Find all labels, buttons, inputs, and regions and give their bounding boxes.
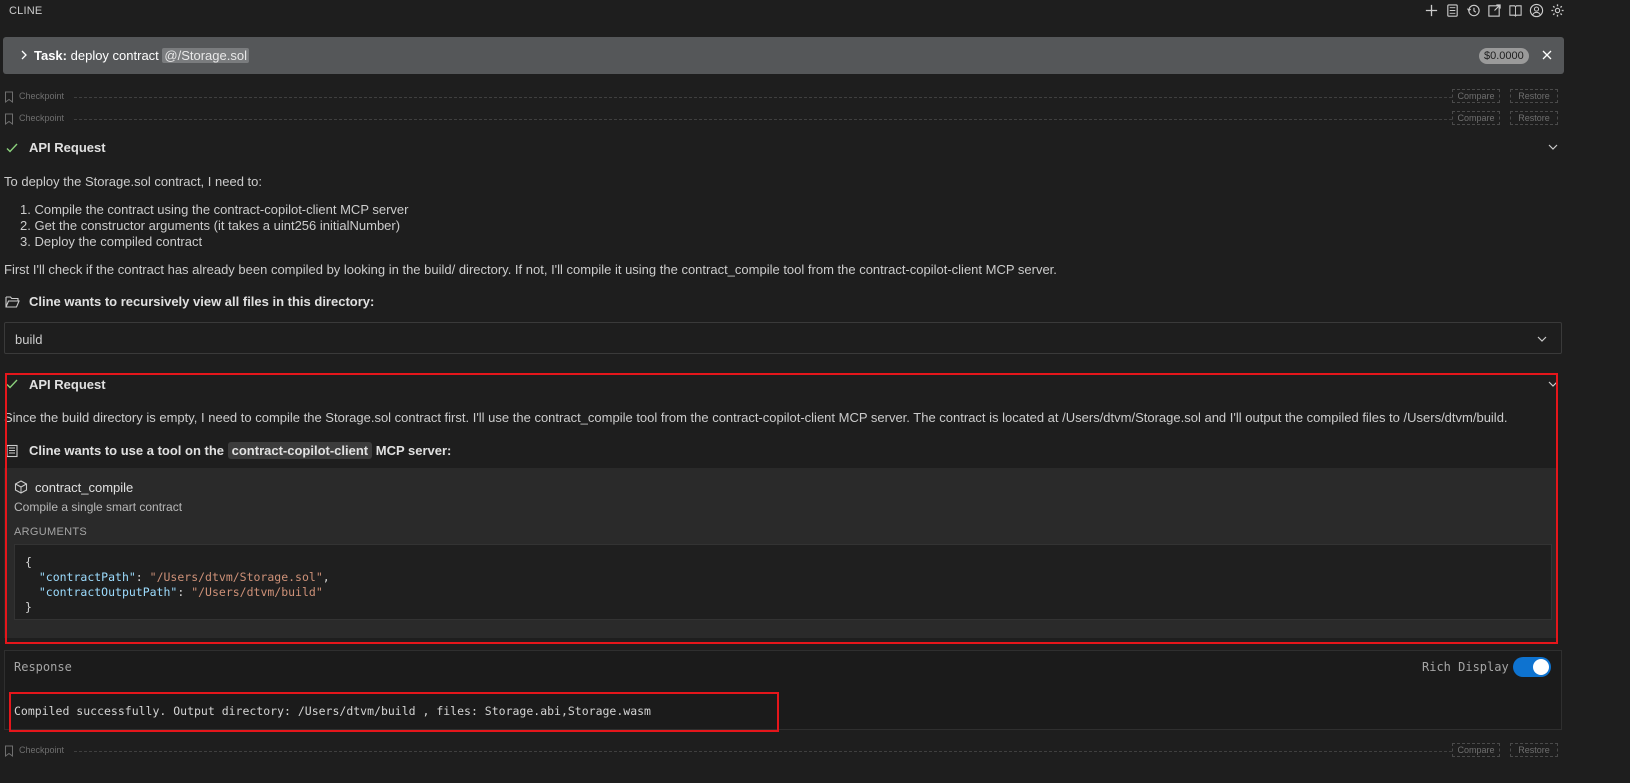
chevron-down-icon[interactable] — [1535, 332, 1549, 346]
chevron-down-icon[interactable] — [1546, 140, 1560, 154]
bookmark-icon — [4, 113, 14, 125]
task-label: Task: — [34, 48, 67, 63]
checkpoint-divider — [74, 97, 1452, 98]
bookmark-icon — [4, 91, 14, 103]
compare-button[interactable]: Compare — [1452, 89, 1500, 103]
list-item: 1. Compile the contract using the contra… — [20, 202, 409, 217]
task-description: deploy contract — [70, 48, 163, 63]
restore-button[interactable]: Restore — [1510, 111, 1558, 125]
plus-icon[interactable] — [1423, 2, 1440, 19]
checkpoint-divider — [74, 751, 1452, 752]
list-item: 2. Get the constructor arguments (it tak… — [20, 218, 401, 233]
toggle-knob — [1533, 659, 1549, 675]
message-intro: To deploy the Storage.sol contract, I ne… — [4, 174, 262, 189]
checkpoint-divider — [74, 119, 1452, 120]
gear-icon[interactable] — [1549, 2, 1566, 19]
history-icon[interactable] — [1465, 2, 1482, 19]
restore-button[interactable]: Restore — [1510, 743, 1558, 757]
bookmark-icon — [4, 745, 14, 757]
rich-display-label: Rich Display — [1422, 660, 1509, 674]
mcp-server-icon[interactable] — [1444, 2, 1461, 19]
api-request-title: API Request — [29, 140, 106, 155]
cline-panel: CLINE Task: deploy contract @/Storage.so… — [0, 0, 1568, 757]
compare-button[interactable]: Compare — [1452, 111, 1500, 125]
check-icon — [5, 141, 19, 155]
folder-open-icon — [5, 295, 20, 309]
response-label: Response — [14, 660, 72, 674]
book-icon[interactable] — [1507, 2, 1524, 19]
account-icon[interactable] — [1528, 2, 1545, 19]
cost-badge: $0.0000 — [1479, 48, 1529, 64]
checkpoint-row: Checkpoint Compare Restore — [4, 89, 1564, 103]
task-text: Task: deploy contract @/Storage.sol — [34, 48, 249, 63]
rich-display-toggle[interactable] — [1513, 657, 1551, 677]
highlight-box — [9, 692, 779, 732]
toolbar-icons — [1423, 2, 1566, 19]
checkpoint-row: Checkpoint Compare Restore — [4, 743, 1564, 757]
message-followup: First I'll check if the contract has alr… — [4, 262, 1057, 277]
compare-button[interactable]: Compare — [1452, 743, 1500, 757]
view-files-title: Cline wants to recursively view all file… — [29, 294, 375, 309]
restore-button[interactable]: Restore — [1510, 89, 1558, 103]
checkpoint-row: Checkpoint Compare Restore — [4, 111, 1564, 125]
directory-name: build — [15, 332, 43, 347]
chevron-right-icon[interactable] — [17, 48, 31, 62]
list-item: 3. Deploy the compiled contract — [20, 234, 203, 249]
file-mention[interactable]: @/Storage.sol — [162, 48, 249, 63]
top-bar: CLINE — [0, 0, 1568, 24]
close-icon[interactable] — [1539, 47, 1555, 63]
checkpoint-label: Checkpoint — [19, 745, 65, 755]
app-title: CLINE — [9, 5, 43, 17]
directory-box[interactable]: build — [4, 322, 1562, 354]
task-header[interactable]: Task: deploy contract @/Storage.sol $0.0… — [3, 37, 1564, 74]
popout-icon[interactable] — [1486, 2, 1503, 19]
highlight-box — [5, 373, 1558, 644]
checkpoint-label: Checkpoint — [19, 91, 65, 101]
checkpoint-label: Checkpoint — [19, 113, 65, 123]
